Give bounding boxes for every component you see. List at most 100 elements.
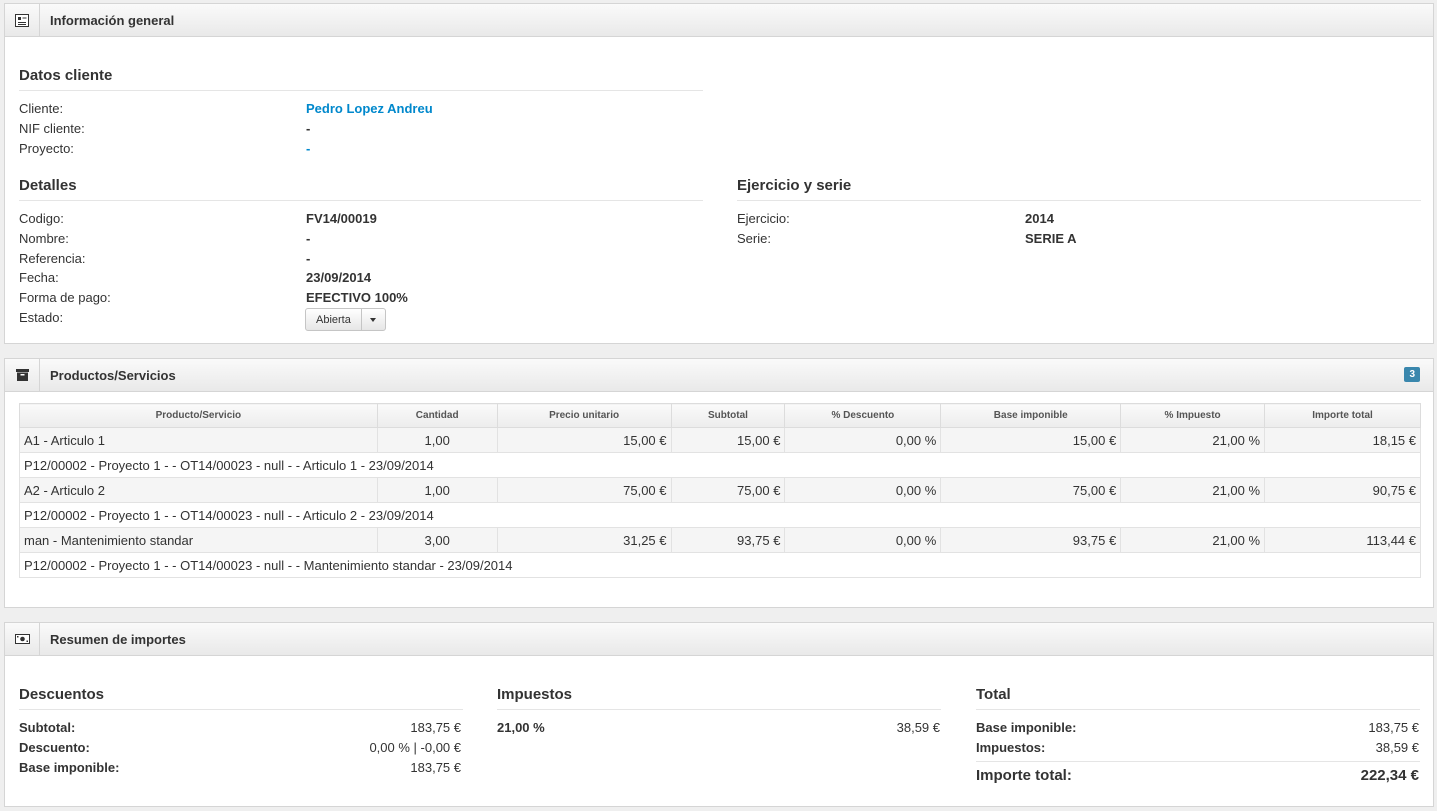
resumen-widget: Resumen de importes Descuentos Subtotal:…: [4, 622, 1434, 807]
cell-detalle: P12/00002 - Proyecto 1 - - OT14/00023 - …: [19, 552, 1421, 578]
proyecto-label: Proyecto:: [19, 141, 74, 156]
nif-label: NIF cliente:: [19, 121, 85, 136]
cell-cantidad: 1,00: [376, 427, 498, 453]
sum-subtotal-value: 183,75 €: [410, 720, 461, 735]
cell-descuento: 0,00 %: [784, 477, 942, 503]
sum-subtotal-label: Subtotal:: [19, 720, 76, 735]
cell-cantidad: 1,00: [376, 477, 498, 503]
col-cantidad[interactable]: Cantidad: [376, 403, 498, 428]
referencia-label: Referencia:: [19, 251, 86, 266]
col-base[interactable]: Base imponible: [940, 403, 1122, 428]
cliente-link[interactable]: Pedro Lopez Andreu: [306, 101, 433, 116]
estado-toggle[interactable]: [360, 309, 385, 330]
importe-total-label: Importe total:: [976, 767, 1072, 784]
forma-pago-value: EFECTIVO 100%: [306, 290, 408, 305]
table-row[interactable]: man - Mantenimiento standar 3,00 31,25 €…: [19, 527, 1421, 553]
table-row[interactable]: A2 - Articulo 2 1,00 75,00 € 75,00 € 0,0…: [19, 477, 1421, 503]
table-row[interactable]: A1 - Articulo 1 1,00 15,00 € 15,00 € 0,0…: [19, 427, 1421, 453]
impuestos-title: Impuestos: [497, 686, 573, 703]
total-base-label: Base imponible:: [976, 720, 1077, 735]
archive-icon: [5, 359, 40, 391]
col-total[interactable]: Importe total: [1264, 403, 1421, 428]
contact-card-icon: [5, 4, 40, 36]
importe-total-value: 222,34 €: [1360, 767, 1419, 784]
cell-precio: 75,00 €: [496, 477, 672, 503]
info-widget: Información general Datos cliente Client…: [4, 3, 1434, 344]
col-producto[interactable]: Producto/Servicio: [19, 403, 378, 428]
cell-subtotal: 75,00 €: [670, 477, 786, 503]
cell-base: 93,75 €: [940, 527, 1122, 553]
cell-total: 90,75 €: [1264, 477, 1421, 503]
divider: [19, 200, 703, 201]
info-widget-header: Información general: [5, 4, 1433, 37]
sum-base-label: Base imponible:: [19, 760, 120, 775]
estado-dropdown[interactable]: Abierta: [305, 308, 386, 331]
detalles-title: Detalles: [19, 177, 77, 194]
estado-label: Estado:: [19, 310, 64, 325]
proyecto-link[interactable]: -: [306, 141, 310, 156]
datos-cliente-title: Datos cliente: [19, 67, 113, 84]
cell-producto: A2 - Articulo 2: [19, 477, 378, 503]
cell-base: 75,00 €: [940, 477, 1122, 503]
divider: [497, 709, 941, 710]
nombre-value: -: [306, 231, 311, 246]
impuesto-rate-label: 21,00 %: [497, 720, 545, 735]
divider: [19, 90, 703, 91]
cell-impuesto: 21,00 %: [1120, 477, 1266, 503]
referencia-value: -: [306, 251, 311, 266]
cell-impuesto: 21,00 %: [1120, 427, 1266, 453]
fecha-label: Fecha:: [19, 270, 59, 285]
table-header-row: Producto/Servicio Cantidad Precio unitar…: [19, 403, 1421, 428]
divider: [737, 200, 1421, 201]
table-detail-row: P12/00002 - Proyecto 1 - - OT14/00023 - …: [19, 552, 1421, 578]
productos-widget: Productos/Servicios 3 Producto/Servicio …: [4, 358, 1434, 608]
cell-producto: A1 - Articulo 1: [19, 427, 378, 453]
impuesto-rate-value: 38,59 €: [896, 720, 940, 735]
sum-descuento-value: 0,00 % | -0,00 €: [369, 740, 461, 755]
cell-total: 18,15 €: [1264, 427, 1421, 453]
money-icon: [5, 623, 40, 655]
cell-subtotal: 93,75 €: [670, 527, 786, 553]
total-impuestos-value: 38,59 €: [1375, 740, 1419, 755]
cell-precio: 15,00 €: [496, 427, 672, 453]
total-base-value: 183,75 €: [1368, 720, 1419, 735]
cell-cantidad: 3,00: [376, 527, 498, 553]
cell-detalle: P12/00002 - Proyecto 1 - - OT14/00023 - …: [19, 502, 1421, 528]
serie-label: Serie:: [737, 231, 771, 246]
col-descuento[interactable]: % Descuento: [784, 403, 942, 428]
cell-producto: man - Mantenimiento standar: [19, 527, 378, 553]
sum-base-value: 183,75 €: [410, 760, 461, 775]
sum-descuento-label: Descuento:: [19, 740, 90, 755]
col-precio[interactable]: Precio unitario: [496, 403, 672, 428]
resumen-widget-header: Resumen de importes: [5, 623, 1433, 656]
col-subtotal[interactable]: Subtotal: [670, 403, 786, 428]
total-title: Total: [976, 686, 1011, 703]
cell-total: 113,44 €: [1264, 527, 1421, 553]
nombre-label: Nombre:: [19, 231, 69, 246]
ejercicio-label: Ejercicio:: [737, 211, 790, 226]
cliente-label: Cliente:: [19, 101, 64, 116]
total-impuestos-label: Impuestos:: [976, 740, 1046, 755]
cell-precio: 31,25 €: [496, 527, 672, 553]
caret-down-icon: [370, 317, 377, 322]
col-impuesto[interactable]: % Impuesto: [1120, 403, 1266, 428]
estado-button[interactable]: Abierta: [306, 309, 361, 330]
divider: [19, 709, 463, 710]
productos-table: Producto/Servicio Cantidad Precio unitar…: [19, 403, 1421, 578]
nif-value: -: [306, 121, 311, 136]
codigo-label: Codigo:: [19, 211, 64, 226]
productos-widget-header: Productos/Servicios 3: [5, 359, 1433, 392]
forma-pago-label: Forma de pago:: [19, 290, 111, 305]
table-detail-row: P12/00002 - Proyecto 1 - - OT14/00023 - …: [19, 452, 1421, 478]
cell-base: 15,00 €: [940, 427, 1122, 453]
codigo-value: FV14/00019: [306, 211, 377, 226]
productos-count-badge: 3: [1404, 367, 1420, 382]
divider: [976, 761, 1420, 762]
cell-subtotal: 15,00 €: [670, 427, 786, 453]
fecha-value: 23/09/2014: [306, 270, 372, 285]
ejercicio-value: 2014: [1025, 211, 1054, 226]
divider: [976, 709, 1420, 710]
serie-value: SERIE A: [1025, 231, 1077, 246]
table-detail-row: P12/00002 - Proyecto 1 - - OT14/00023 - …: [19, 502, 1421, 528]
cell-descuento: 0,00 %: [784, 527, 942, 553]
